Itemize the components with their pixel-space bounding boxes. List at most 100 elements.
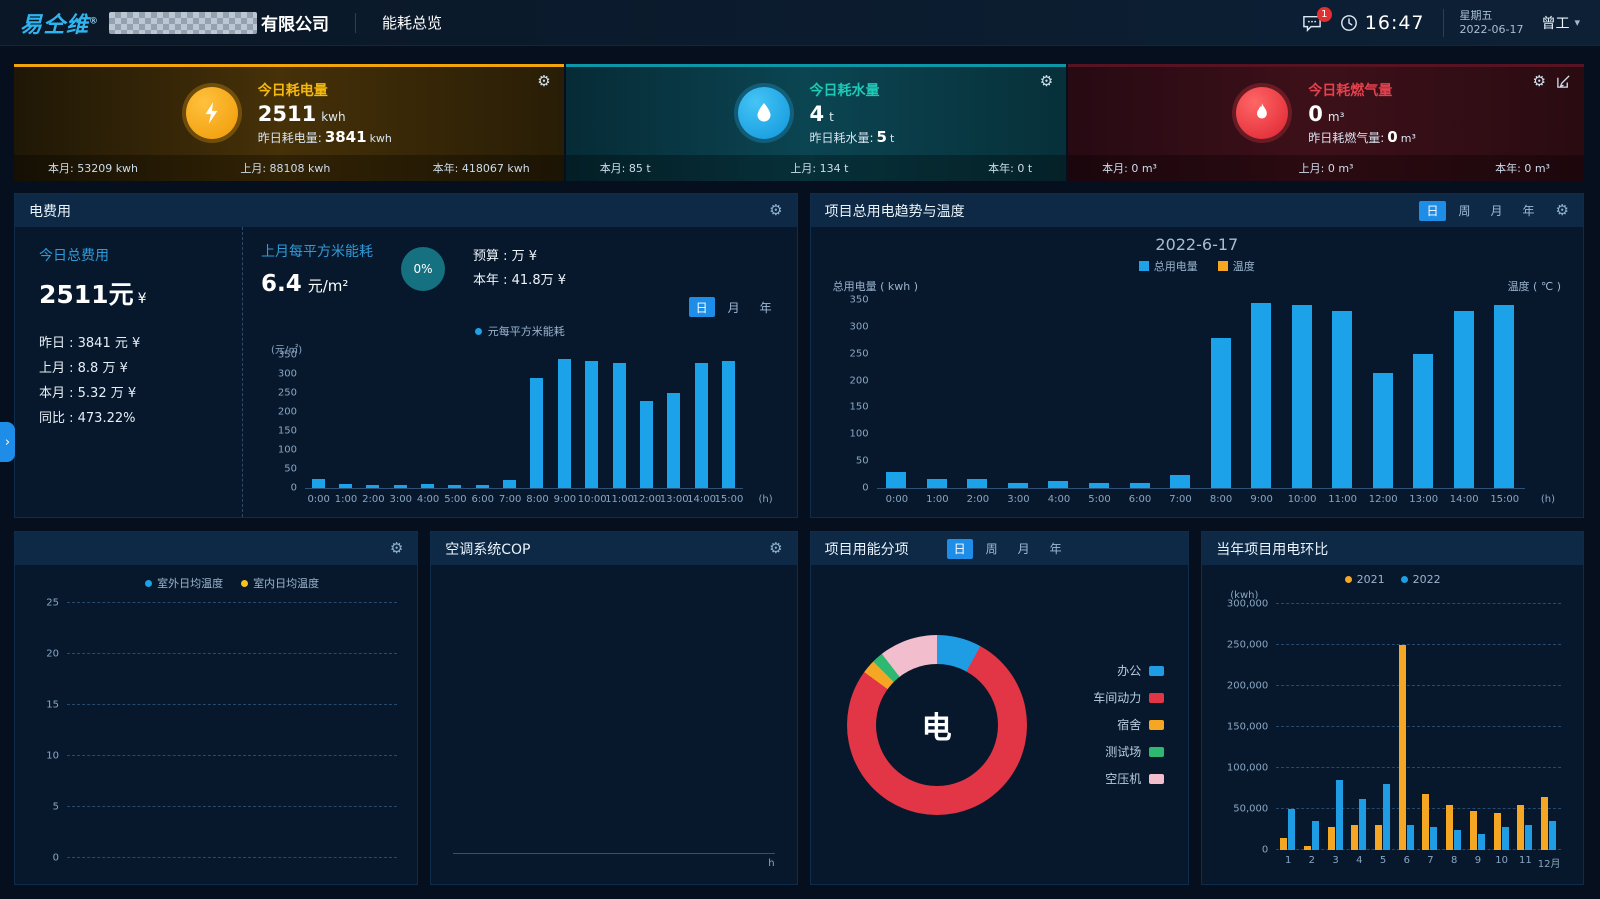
notification-badge: 1 bbox=[1317, 7, 1332, 22]
budget-block: 预算 : 万 ¥ 本年 : 41.8万 ¥ bbox=[473, 245, 566, 293]
cost-chart-legend: 元每平方米能耗 bbox=[261, 323, 779, 339]
kpi-value: 4t bbox=[810, 102, 895, 126]
tab-day[interactable]: 日 bbox=[947, 539, 973, 559]
cost-stat-yesterday: 昨日 : 3841 元 ¥ bbox=[39, 331, 242, 356]
gear-icon[interactable]: ⚙ bbox=[1556, 203, 1569, 218]
tab-week[interactable]: 周 bbox=[1452, 201, 1478, 221]
kpi-card-water: ⚙ 今日耗水量 4t 昨日耗水量:5t 本月: 85 t 上月: 134 t 本… bbox=[566, 64, 1066, 181]
panel-ac-cop: 空调系统COP ⚙ h bbox=[430, 531, 797, 885]
date-label: 2022-06-17 bbox=[1460, 23, 1524, 37]
water-drop-icon bbox=[738, 87, 790, 139]
tab-year[interactable]: 年 bbox=[1043, 539, 1069, 559]
energy-breakdown-donut[interactable]: 电 bbox=[847, 635, 1027, 815]
donut-center-label: 电 bbox=[876, 664, 998, 786]
breakdown-legend: 办公车间动力宿舍测试场空压机 bbox=[1093, 662, 1164, 787]
tab-month[interactable]: 月 bbox=[1484, 201, 1510, 221]
legend-item[interactable]: 2022 bbox=[1401, 573, 1441, 586]
panel-title: 电费用 bbox=[29, 201, 71, 221]
power-trend-bar-chart: 050100150200250300350 (h)0:001:002:003:0… bbox=[877, 300, 1525, 509]
panel-monthly-compare: 当年项目用电环比 20212022 (kwh) 050,000100,00015… bbox=[1201, 531, 1584, 885]
weekday-label: 星期五 bbox=[1460, 9, 1493, 23]
kpi-footer: 本月: 85 t 上月: 134 t 本年: 0 t bbox=[566, 155, 1066, 181]
company-name-redacted bbox=[109, 12, 257, 34]
gear-icon[interactable]: ⚙ bbox=[1040, 74, 1053, 89]
chevron-down-icon: ▾ bbox=[1574, 16, 1580, 29]
panel-title: 项目总用电趋势与温度 bbox=[825, 201, 965, 221]
panel-electricity-cost: 电费用 ⚙ 今日总费用 2511元¥ 昨日 : 3841 元 ¥ 上月 : 8.… bbox=[14, 193, 798, 518]
monthly-legend: 2021 2022 bbox=[1218, 573, 1567, 586]
panel-energy-breakdown: 项目用能分项 日 周 月 年 电 办公车间动力宿舍测试场空压机 bbox=[810, 531, 1190, 885]
budget-percent-badge: 0% bbox=[401, 247, 445, 291]
gear-icon[interactable]: ⚙ bbox=[769, 203, 782, 218]
sqm-label: 上月每平方米能耗 bbox=[261, 241, 373, 261]
user-menu[interactable]: 曾工 ▾ bbox=[1541, 13, 1580, 33]
tab-month[interactable]: 月 bbox=[721, 297, 747, 317]
panel-title: 当年项目用电环比 bbox=[1216, 539, 1328, 559]
temperature-chart: 0510152025 bbox=[67, 603, 397, 858]
breakdown-legend-item[interactable]: 办公 bbox=[1093, 662, 1164, 679]
edit-icon[interactable] bbox=[1556, 74, 1571, 89]
tab-day[interactable]: 日 bbox=[1419, 201, 1445, 221]
kpi-value: 2511kwh bbox=[258, 102, 392, 126]
legend-swatch bbox=[1218, 261, 1228, 271]
panel-title: 项目用能分项 bbox=[825, 539, 909, 559]
kpi-value: 0m³ bbox=[1308, 102, 1416, 126]
breakdown-legend-item[interactable]: 车间动力 bbox=[1093, 689, 1164, 706]
year-total-line: 本年 : 41.8万 ¥ bbox=[473, 269, 566, 293]
tab-year[interactable]: 年 bbox=[753, 297, 779, 317]
kpi-lastmonth-stat: 上月: 0 m³ bbox=[1299, 160, 1354, 176]
kpi-month-stat: 本月: 0 m³ bbox=[1102, 160, 1157, 176]
top-navbar: 易仝维® 有限公司 能耗总览 1 16:47 星期五 2022-06-17 曾工… bbox=[0, 0, 1600, 46]
message-button[interactable]: 1 bbox=[1302, 14, 1322, 32]
current-time: 16:47 bbox=[1365, 12, 1425, 34]
panel-daily-temperature: ⚙ 室外日均温度 室内日均温度 0510152025 bbox=[14, 531, 418, 885]
user-name: 曾工 bbox=[1541, 13, 1569, 33]
legend-power[interactable]: 总用电量 bbox=[1139, 258, 1198, 274]
x-axis-unit: (h) bbox=[1541, 494, 1555, 505]
kpi-lastmonth-stat: 上月: 134 t bbox=[790, 160, 848, 176]
gear-icon[interactable]: ⚙ bbox=[390, 541, 403, 556]
app-logo: 易仝维® bbox=[20, 7, 99, 39]
kpi-yesterday: 昨日耗燃气量:0m³ bbox=[1308, 128, 1416, 146]
y-axis-label-left: 总用电量 ( kwh ) bbox=[833, 278, 918, 294]
kpi-month-stat: 本月: 85 t bbox=[600, 160, 651, 176]
date-block: 星期五 2022-06-17 bbox=[1443, 9, 1524, 37]
breakdown-legend-item[interactable]: 宿舍 bbox=[1093, 716, 1164, 733]
kpi-year-stat: 本年: 418067 kwh bbox=[433, 160, 530, 176]
legend-item[interactable]: 室外日均温度 bbox=[145, 575, 223, 591]
flame-icon bbox=[1236, 87, 1288, 139]
sidebar-expand-handle[interactable]: › bbox=[0, 422, 15, 462]
sqm-energy-block: 上月每平方米能耗 6.4元/m² bbox=[261, 241, 373, 297]
tab-year[interactable]: 年 bbox=[1516, 201, 1542, 221]
legend-temp[interactable]: 温度 bbox=[1218, 258, 1255, 274]
panel-title: 空调系统COP bbox=[445, 539, 530, 559]
tab-week[interactable]: 周 bbox=[979, 539, 1005, 559]
trend-legend: 总用电量 温度 bbox=[833, 258, 1561, 274]
y-axis-label-right: 温度 ( ℃ ) bbox=[1508, 278, 1561, 294]
breakdown-legend-item[interactable]: 测试场 bbox=[1093, 743, 1164, 760]
company-name-suffix: 有限公司 bbox=[261, 10, 329, 35]
kpi-card-gas: ⚙ 今日耗燃气量 0m³ 昨日耗燃气量:0m³ 本月: 0 m³ 上月: 0 m… bbox=[1068, 64, 1584, 181]
legend-item[interactable]: 室内日均温度 bbox=[241, 575, 319, 591]
cost-stat-lastmonth: 上月 : 8.8 万 ¥ bbox=[39, 356, 242, 381]
kpi-yesterday: 昨日耗水量:5t bbox=[810, 128, 895, 146]
today-cost-label: 今日总费用 bbox=[39, 245, 242, 265]
chevron-right-icon: › bbox=[5, 435, 10, 450]
kpi-footer: 本月: 0 m³ 上月: 0 m³ 本年: 0 m³ bbox=[1068, 155, 1584, 181]
gear-icon[interactable]: ⚙ bbox=[769, 541, 782, 556]
lightning-icon bbox=[186, 87, 238, 139]
breakdown-legend-item[interactable]: 空压机 bbox=[1093, 770, 1164, 787]
kpi-yesterday: 昨日耗电量:3841kwh bbox=[258, 128, 392, 146]
nav-item-energy-overview[interactable]: 能耗总览 bbox=[382, 12, 442, 33]
gear-icon[interactable]: ⚙ bbox=[1533, 74, 1546, 89]
tab-day[interactable]: 日 bbox=[689, 297, 715, 317]
temperature-legend: 室外日均温度 室内日均温度 bbox=[67, 575, 397, 591]
cost-summary: 今日总费用 2511元¥ 昨日 : 3841 元 ¥ 上月 : 8.8 万 ¥ … bbox=[15, 227, 243, 517]
cop-chart: h bbox=[453, 575, 774, 854]
tab-month[interactable]: 月 bbox=[1011, 539, 1037, 559]
kpi-footer: 本月: 53209 kwh 上月: 88108 kwh 本年: 418067 k… bbox=[14, 155, 564, 181]
gear-icon[interactable]: ⚙ bbox=[537, 74, 550, 89]
legend-label: 元每平方米能耗 bbox=[488, 323, 565, 339]
budget-line: 预算 : 万 ¥ bbox=[473, 245, 566, 269]
legend-item[interactable]: 2021 bbox=[1345, 573, 1385, 586]
